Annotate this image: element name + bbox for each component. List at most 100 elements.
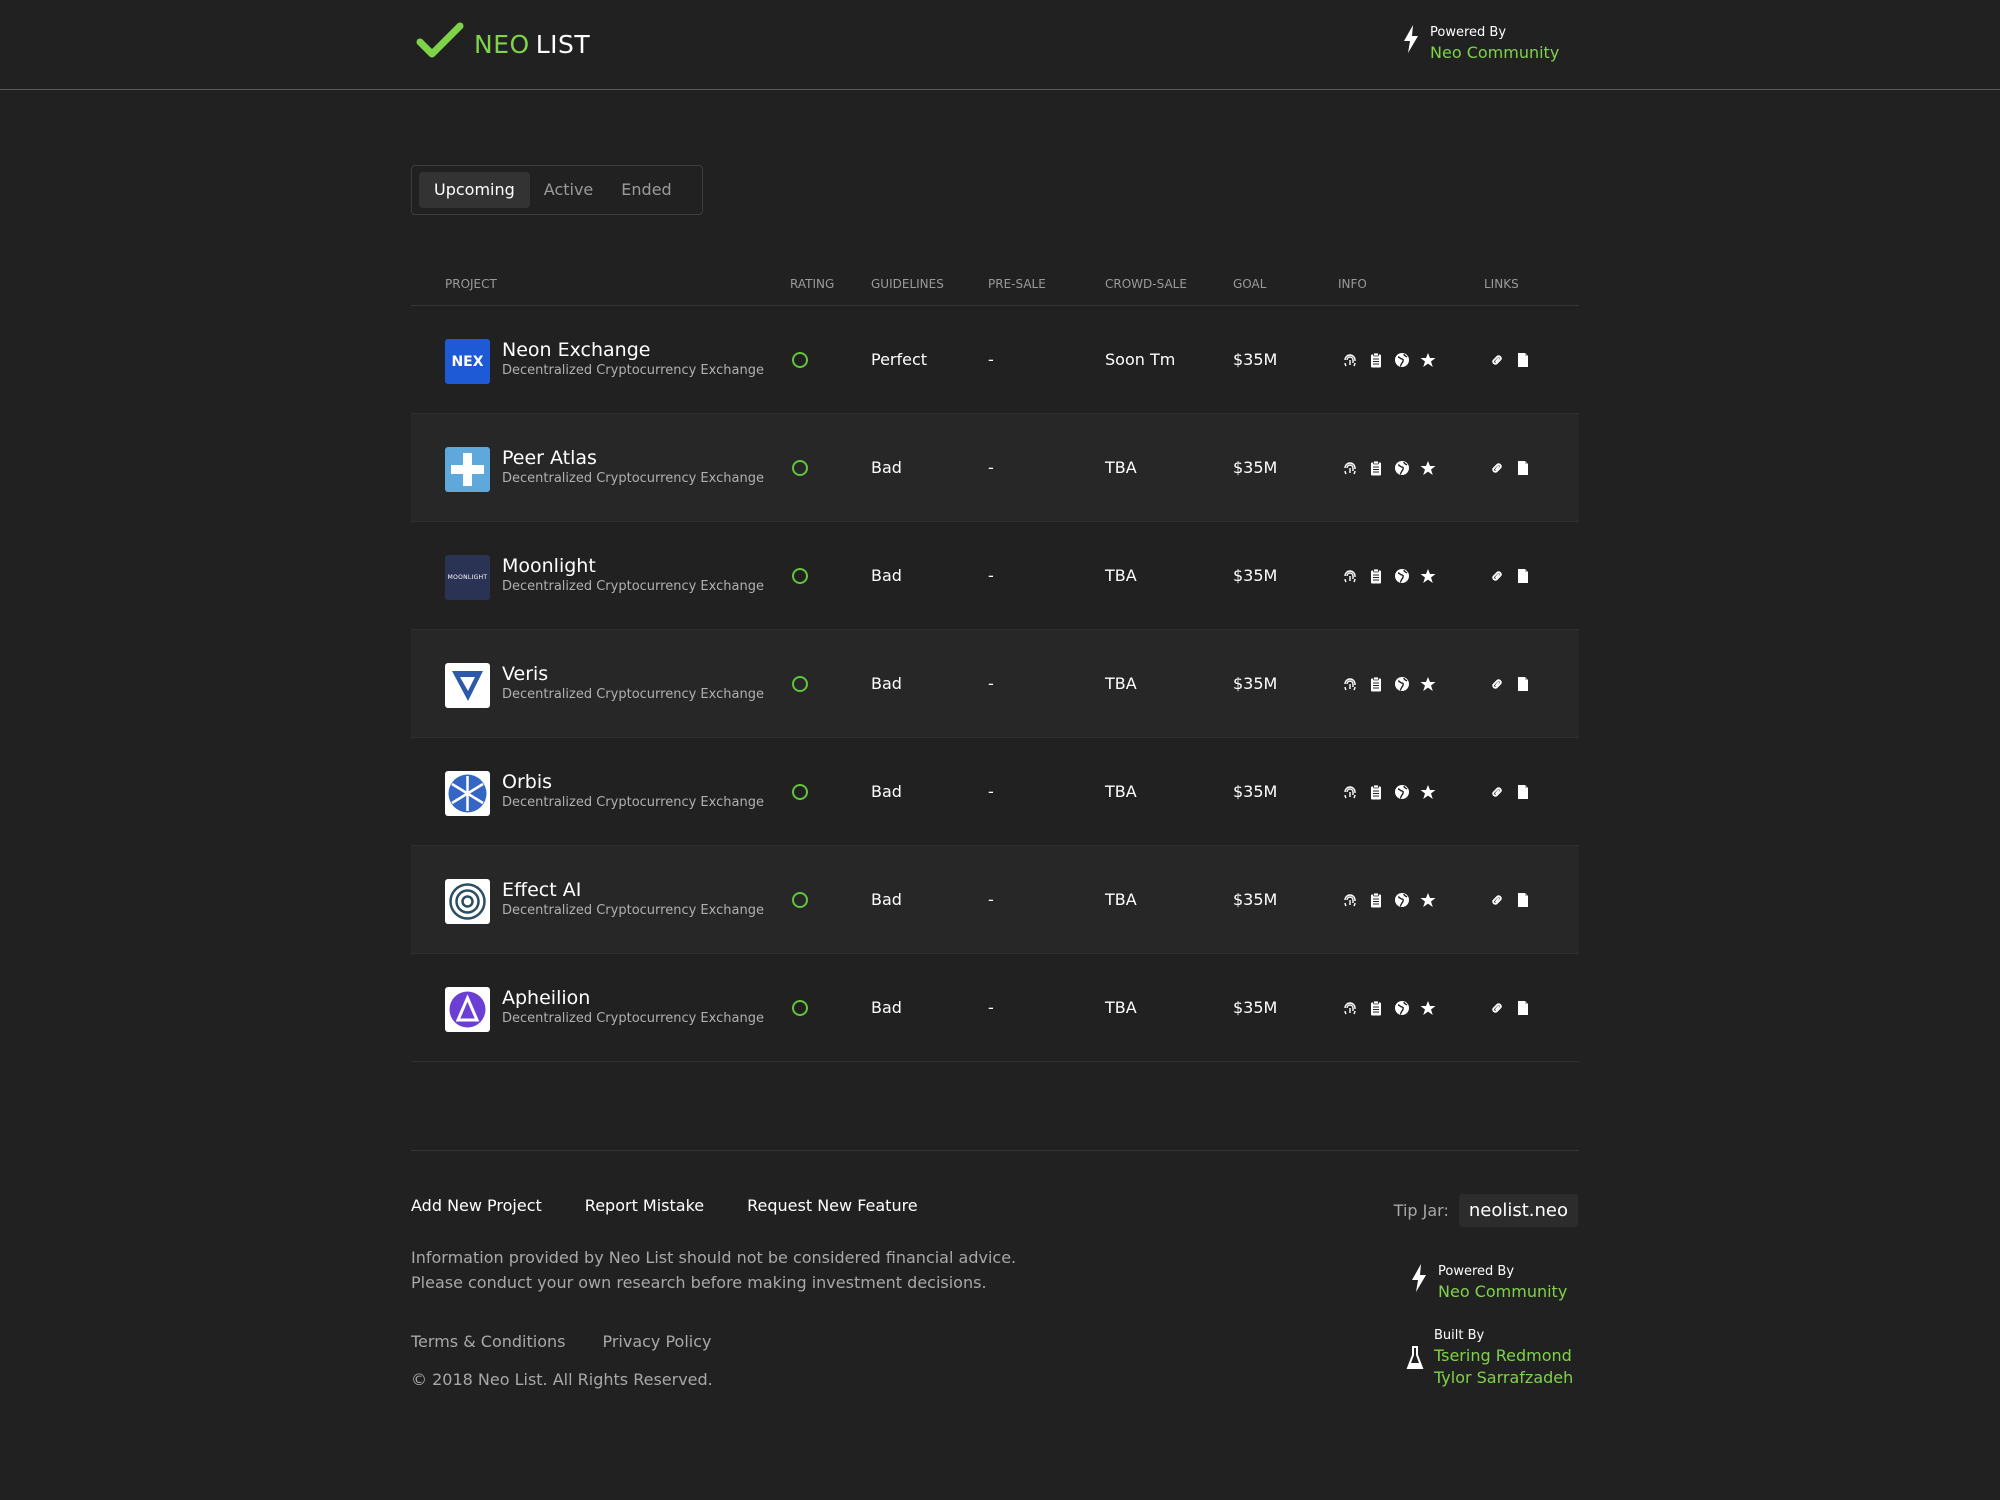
project-name[interactable]: Peer Atlas	[502, 446, 764, 470]
terms-link[interactable]: Terms & Conditions	[411, 1332, 565, 1351]
table-row[interactable]: Apheilion Decentralized Cryptocurrency E…	[411, 954, 1579, 1062]
table-row[interactable]: MOONLIGHT Moonlight Decentralized Crypto…	[411, 522, 1579, 630]
document-icon[interactable]	[1515, 351, 1531, 369]
column-info: INFO	[1338, 277, 1367, 291]
link-icon[interactable]	[1489, 783, 1505, 801]
column-goal: GOAL	[1233, 277, 1267, 291]
project-logo	[445, 987, 490, 1032]
powered-by-header: Powered By Neo Community	[1402, 24, 1559, 64]
crowdsale-cell: TBA	[1105, 998, 1137, 1017]
fingerprint-icon[interactable]	[1342, 567, 1358, 585]
tip-jar-address[interactable]: neolist.neo	[1458, 1194, 1578, 1227]
neo-community-link[interactable]: Neo Community	[1430, 42, 1559, 64]
project-description: Decentralized Cryptocurrency Exchange	[502, 471, 764, 486]
add-new-project-link[interactable]: Add New Project	[411, 1196, 542, 1215]
globe-icon[interactable]	[1394, 675, 1410, 693]
star-icon[interactable]	[1420, 459, 1436, 477]
guidelines-cell: Perfect	[871, 350, 928, 369]
globe-icon[interactable]	[1394, 783, 1410, 801]
project-name[interactable]: Veris	[502, 662, 764, 686]
fingerprint-icon[interactable]	[1342, 783, 1358, 801]
project-logo	[445, 447, 490, 492]
site-logo[interactable]: NEO LIST	[416, 22, 590, 66]
column-links: LINKS	[1484, 277, 1519, 291]
tab-ended[interactable]: Ended	[607, 172, 685, 208]
crowdsale-cell: TBA	[1105, 890, 1137, 909]
table-row[interactable]: Peer Atlas Decentralized Cryptocurrency …	[411, 414, 1579, 522]
rating-cell	[792, 306, 808, 413]
star-icon[interactable]	[1420, 999, 1436, 1017]
link-icon[interactable]	[1489, 459, 1505, 477]
link-icon[interactable]	[1489, 675, 1505, 693]
clipboard-icon[interactable]	[1368, 891, 1384, 909]
document-icon[interactable]	[1515, 459, 1531, 477]
logo-list: LIST	[535, 29, 591, 59]
clipboard-icon[interactable]	[1368, 999, 1384, 1017]
table-row[interactable]: Veris Decentralized Cryptocurrency Excha…	[411, 630, 1579, 738]
fingerprint-icon[interactable]	[1342, 459, 1358, 477]
builder-link[interactable]: Tylor Sarrafzadeh	[1434, 1367, 1573, 1389]
table-row[interactable]: NEX Neon Exchange Decentralized Cryptocu…	[411, 306, 1579, 414]
project-name[interactable]: Moonlight	[502, 554, 764, 578]
link-icon[interactable]	[1489, 891, 1505, 909]
presale-cell: -	[988, 890, 994, 909]
project-name[interactable]: Effect AI	[502, 878, 764, 902]
clipboard-icon[interactable]	[1368, 351, 1384, 369]
table-row[interactable]: Effect AI Decentralized Cryptocurrency E…	[411, 846, 1579, 954]
globe-icon[interactable]	[1394, 891, 1410, 909]
star-icon[interactable]	[1420, 891, 1436, 909]
privacy-link[interactable]: Privacy Policy	[602, 1332, 711, 1351]
clipboard-icon[interactable]	[1368, 567, 1384, 585]
clipboard-icon[interactable]	[1368, 459, 1384, 477]
presale-cell: -	[988, 350, 994, 369]
star-icon[interactable]	[1420, 351, 1436, 369]
link-icon[interactable]	[1489, 567, 1505, 585]
star-icon[interactable]	[1420, 783, 1436, 801]
document-icon[interactable]	[1515, 675, 1531, 693]
column-rating: RATING	[790, 277, 835, 291]
request-new-feature-link[interactable]: Request New Feature	[747, 1196, 918, 1215]
table-row[interactable]: Orbis Decentralized Cryptocurrency Excha…	[411, 738, 1579, 846]
projects-table: PROJECT RATING GUIDELINES PRE-SALE CROWD…	[411, 260, 1579, 1062]
legal-links: Terms & Conditions Privacy Policy	[411, 1332, 712, 1351]
star-icon[interactable]	[1420, 567, 1436, 585]
globe-icon[interactable]	[1394, 999, 1410, 1017]
document-icon[interactable]	[1515, 567, 1531, 585]
neo-community-link[interactable]: Neo Community	[1438, 1281, 1567, 1303]
globe-icon[interactable]	[1394, 567, 1410, 585]
fingerprint-icon[interactable]	[1342, 675, 1358, 693]
guidelines-cell: Bad	[871, 674, 902, 693]
document-icon[interactable]	[1515, 999, 1531, 1017]
star-icon[interactable]	[1420, 675, 1436, 693]
checkmark-icon	[416, 22, 464, 66]
link-icons	[1489, 954, 1531, 1061]
presale-cell: -	[988, 674, 994, 693]
crowdsale-cell: Soon Tm	[1105, 350, 1176, 369]
globe-icon[interactable]	[1394, 351, 1410, 369]
document-icon[interactable]	[1515, 891, 1531, 909]
fingerprint-icon[interactable]	[1342, 891, 1358, 909]
builder-link[interactable]: Tsering Redmond	[1434, 1345, 1573, 1367]
tab-active[interactable]: Active	[530, 172, 608, 208]
project-logo	[445, 879, 490, 924]
project-name[interactable]: Orbis	[502, 770, 764, 794]
globe-icon[interactable]	[1394, 459, 1410, 477]
clipboard-icon[interactable]	[1368, 675, 1384, 693]
project-description: Decentralized Cryptocurrency Exchange	[502, 687, 764, 702]
rating-cell	[792, 846, 808, 953]
project-name[interactable]: Apheilion	[502, 986, 764, 1010]
project-name[interactable]: Neon Exchange	[502, 338, 764, 362]
fingerprint-icon[interactable]	[1342, 351, 1358, 369]
clipboard-icon[interactable]	[1368, 783, 1384, 801]
rating-cell	[792, 414, 808, 521]
report-mistake-link[interactable]: Report Mistake	[585, 1196, 704, 1215]
goal-cell: $35M	[1233, 350, 1278, 369]
info-icons	[1342, 630, 1436, 737]
document-icon[interactable]	[1515, 783, 1531, 801]
link-icon[interactable]	[1489, 351, 1505, 369]
link-icon[interactable]	[1489, 999, 1505, 1017]
tab-upcoming[interactable]: Upcoming	[419, 172, 530, 208]
footer-links: Add New Project Report Mistake Request N…	[411, 1196, 918, 1215]
fingerprint-icon[interactable]	[1342, 999, 1358, 1017]
presale-cell: -	[988, 566, 994, 585]
